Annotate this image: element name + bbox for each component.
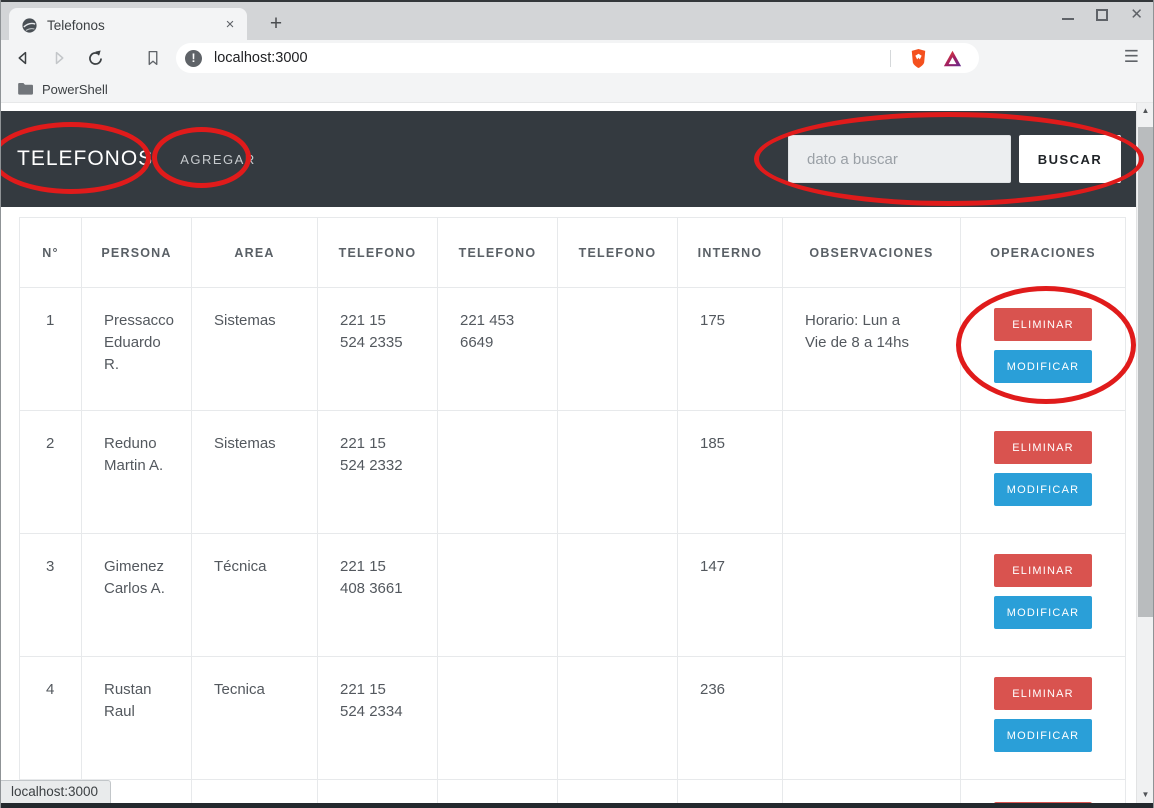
new-tab-button[interactable]: + <box>263 11 289 37</box>
table-row: 2 Reduno Martin A. Sistemas 221 15 524 2… <box>20 411 1126 534</box>
cell-area: Sistemas <box>192 288 318 411</box>
cell-persona: Reduno Martin A. <box>82 411 192 534</box>
tab-close-icon[interactable]: × <box>221 16 239 34</box>
cell-operaciones: ELIMINAR MODIFICAR <box>961 411 1126 534</box>
cell-telefono3 <box>558 534 678 657</box>
table-row: 1 Pressacco Eduardo R. Sistemas 221 15 5… <box>20 288 1126 411</box>
scrollbar-thumb[interactable] <box>1138 127 1153 617</box>
tab-title: Telefonos <box>47 18 221 33</box>
url-text[interactable]: localhost:3000 <box>214 50 880 66</box>
table-row: 3 Gimenez Carlos A. Técnica 221 15 408 3… <box>20 534 1126 657</box>
bookmark-icon[interactable] <box>139 44 167 72</box>
status-link-tooltip: localhost:3000 <box>1 780 111 803</box>
col-header-persona: PERSONA <box>82 218 192 288</box>
col-header-area: AREA <box>192 218 318 288</box>
divider <box>890 50 891 67</box>
cell-numero: 4 <box>20 657 82 780</box>
cell-persona: Pressacco Eduardo R. <box>82 288 192 411</box>
cell-telefono2 <box>438 534 558 657</box>
cell-numero: 3 <box>20 534 82 657</box>
minimize-button[interactable] <box>1062 11 1074 20</box>
nav-link-agregar[interactable]: AGREGAR <box>180 152 256 167</box>
cell-operaciones: ELIMINAR MODIFICAR <box>961 534 1126 657</box>
eliminar-button[interactable]: ELIMINAR <box>994 431 1092 464</box>
cell-operaciones: ELIMINAR MODIFICAR <box>961 657 1126 780</box>
col-header-interno: INTERNO <box>678 218 783 288</box>
browser-menu-icon[interactable]: ☰ <box>1124 47 1139 67</box>
cell-area: Sistemas <box>192 411 318 534</box>
cell-telefono1: 221 15 524 2332 <box>318 411 438 534</box>
modificar-button[interactable]: MODIFICAR <box>994 719 1092 752</box>
bat-rewards-icon[interactable] <box>941 47 963 69</box>
scroll-up-icon[interactable]: ▲ <box>1137 103 1153 119</box>
browser-toolbar: ! localhost:3000 ☰ <box>1 40 1153 76</box>
browser-tab[interactable]: Telefonos × <box>9 8 247 42</box>
eliminar-button[interactable]: ELIMINAR <box>994 308 1092 341</box>
col-header-observaciones: OBSERVACIONES <box>783 218 961 288</box>
col-header-numero: N° <box>20 218 82 288</box>
cell-area: Técnica <box>192 534 318 657</box>
cell-telefono2 <box>438 411 558 534</box>
cell-interno: 236 <box>678 657 783 780</box>
col-header-operaciones: OPERACIONES <box>961 218 1126 288</box>
cell-interno: 175 <box>678 288 783 411</box>
app-brand-telefonos[interactable]: TELEFONOS <box>17 147 153 171</box>
cell-numero: 2 <box>20 411 82 534</box>
app-navbar: TELEFONOS AGREGAR BUSCAR <box>1 111 1138 207</box>
phones-table: N° PERSONA AREA TELEFONO TELEFONO TELEFO… <box>19 217 1126 803</box>
page-scrollbar[interactable]: ▲ ▼ <box>1136 103 1153 803</box>
table-row: 4 Rustan Raul Tecnica 221 15 524 2334 23… <box>20 657 1126 780</box>
cell-telefono1: 221 15 408 3661 <box>318 534 438 657</box>
search-input[interactable] <box>788 135 1011 183</box>
cell-observaciones <box>783 657 961 780</box>
eliminar-button[interactable]: ELIMINAR <box>994 554 1092 587</box>
back-button[interactable] <box>9 44 37 72</box>
table-row-partial <box>20 780 1126 804</box>
cell-operaciones: ELIMINAR MODIFICAR <box>961 288 1126 411</box>
cell-area: Tecnica <box>192 657 318 780</box>
cell-interno: 147 <box>678 534 783 657</box>
cell-telefono2 <box>438 657 558 780</box>
modificar-button[interactable]: MODIFICAR <box>994 596 1092 629</box>
bookmark-folder-powershell[interactable]: PowerShell <box>17 82 108 97</box>
bookmarks-bar: PowerShell <box>1 76 1153 103</box>
cell-interno: 185 <box>678 411 783 534</box>
site-info-icon[interactable]: ! <box>185 50 202 67</box>
cell-telefono1: 221 15 524 2334 <box>318 657 438 780</box>
cell-observaciones <box>783 534 961 657</box>
browser-window: Telefonos × + ✕ ! localhost:3000 <box>0 0 1154 808</box>
cell-telefono3 <box>558 288 678 411</box>
folder-icon <box>17 82 34 96</box>
cell-persona: Rustan Raul <box>82 657 192 780</box>
window-controls: ✕ <box>1062 8 1143 22</box>
window-bottom-edge <box>1 803 1153 808</box>
reload-button[interactable] <box>81 44 109 72</box>
col-header-telefono3: TELEFONO <box>558 218 678 288</box>
buscar-button[interactable]: BUSCAR <box>1019 135 1121 183</box>
cell-telefono1: 221 15 524 2335 <box>318 288 438 411</box>
tab-strip: Telefonos × + ✕ <box>1 0 1153 40</box>
page-viewport: TELEFONOS AGREGAR BUSCAR N° PERSONA AREA… <box>1 103 1153 803</box>
close-window-button[interactable]: ✕ <box>1130 8 1143 22</box>
scroll-down-icon[interactable]: ▼ <box>1137 787 1153 803</box>
cell-observaciones: Horario: Lun a Vie de 8 a 14hs <box>783 288 961 411</box>
cell-telefono3 <box>558 657 678 780</box>
tab-favicon-globe-icon <box>21 17 38 34</box>
cell-telefono3 <box>558 411 678 534</box>
col-header-telefono2: TELEFONO <box>438 218 558 288</box>
modificar-button[interactable]: MODIFICAR <box>994 350 1092 383</box>
table-header-row: N° PERSONA AREA TELEFONO TELEFONO TELEFO… <box>20 218 1126 288</box>
bookmark-folder-label: PowerShell <box>42 82 108 97</box>
cell-persona: Gimenez Carlos A. <box>82 534 192 657</box>
forward-button[interactable] <box>45 44 73 72</box>
modificar-button[interactable]: MODIFICAR <box>994 473 1092 506</box>
cell-telefono2: 221 453 6649 <box>438 288 558 411</box>
col-header-telefono1: TELEFONO <box>318 218 438 288</box>
brave-shield-icon[interactable] <box>907 47 929 69</box>
cell-observaciones <box>783 411 961 534</box>
address-bar[interactable]: ! localhost:3000 <box>176 43 979 73</box>
maximize-button[interactable] <box>1096 9 1108 21</box>
cell-numero: 1 <box>20 288 82 411</box>
eliminar-button[interactable]: ELIMINAR <box>994 677 1092 710</box>
